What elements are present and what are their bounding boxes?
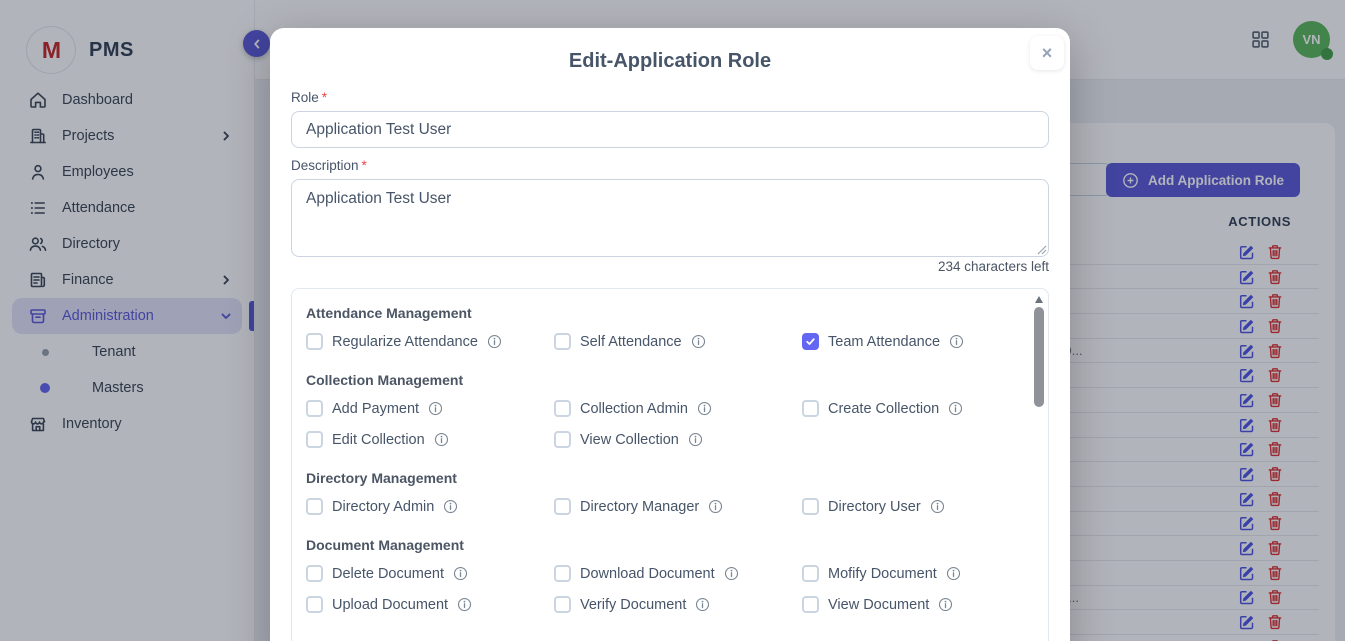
permission-item-collection-admin[interactable]: Collection Admin: [554, 400, 802, 417]
permission-label: Collection Admin: [580, 401, 688, 417]
info-icon[interactable]: [949, 334, 964, 349]
permission-item-view-collection[interactable]: View Collection: [554, 431, 802, 448]
checkbox-unchecked-icon[interactable]: [802, 498, 819, 515]
permission-label: Add Payment: [332, 401, 419, 417]
info-icon[interactable]: [946, 566, 961, 581]
permission-label: Edit Collection: [332, 432, 425, 448]
permission-label: Delete Document: [332, 566, 444, 582]
checkbox-unchecked-icon[interactable]: [306, 498, 323, 515]
permission-item-create-collection[interactable]: Create Collection: [802, 400, 1032, 417]
permission-section-title: Collection Management: [306, 372, 1032, 388]
role-field-label: Role*: [291, 90, 327, 105]
role-input[interactable]: [291, 111, 1049, 148]
checkbox-unchecked-icon[interactable]: [554, 431, 571, 448]
permission-section-title: Document Management: [306, 537, 1032, 553]
info-icon[interactable]: [708, 499, 723, 514]
textarea-resize-handle[interactable]: [1037, 245, 1047, 255]
checkbox-unchecked-icon[interactable]: [802, 565, 819, 582]
scrollbar-thumb[interactable]: [1034, 307, 1044, 407]
checkbox-unchecked-icon[interactable]: [802, 400, 819, 417]
checkbox-unchecked-icon[interactable]: [554, 333, 571, 350]
permission-section-attendance-management: Attendance Management Regularize Attenda…: [306, 305, 1032, 350]
info-icon[interactable]: [457, 597, 472, 612]
checkbox-unchecked-icon[interactable]: [554, 565, 571, 582]
checkbox-unchecked-icon[interactable]: [554, 596, 571, 613]
permission-item-mofify-document[interactable]: Mofify Document: [802, 565, 1032, 582]
info-icon[interactable]: [453, 566, 468, 581]
permission-item-add-payment[interactable]: Add Payment: [306, 400, 554, 417]
info-icon[interactable]: [930, 499, 945, 514]
permission-section-title: Directory Management: [306, 470, 1032, 486]
permission-label: Download Document: [580, 566, 715, 582]
checkbox-unchecked-icon[interactable]: [306, 431, 323, 448]
info-icon[interactable]: [724, 566, 739, 581]
info-icon[interactable]: [691, 334, 706, 349]
checkbox-unchecked-icon[interactable]: [306, 596, 323, 613]
permission-label: Directory Manager: [580, 499, 699, 515]
permission-item-edit-collection[interactable]: Edit Collection: [306, 431, 554, 448]
permission-item-directory-admin[interactable]: Directory Admin: [306, 498, 554, 515]
info-icon[interactable]: [938, 597, 953, 612]
info-icon[interactable]: [695, 597, 710, 612]
checkbox-unchecked-icon[interactable]: [306, 400, 323, 417]
permissions-list: Attendance Management Regularize Attenda…: [292, 289, 1032, 641]
permission-label: View Collection: [580, 432, 679, 448]
permission-item-upload-document[interactable]: Upload Document: [306, 596, 554, 613]
permission-item-verify-document[interactable]: Verify Document: [554, 596, 802, 613]
permission-label: Create Collection: [828, 401, 939, 417]
close-icon[interactable]: ×: [1030, 36, 1064, 70]
required-marker: *: [362, 158, 367, 173]
permission-item-view-document[interactable]: View Document: [802, 596, 1032, 613]
characters-left-counter: 234 characters left: [938, 259, 1049, 274]
permission-item-directory-user[interactable]: Directory User: [802, 498, 1032, 515]
permission-item-delete-document[interactable]: Delete Document: [306, 565, 554, 582]
permission-item-regularize-attendance[interactable]: Regularize Attendance: [306, 333, 554, 350]
info-icon[interactable]: [487, 334, 502, 349]
permission-label: Directory Admin: [332, 499, 434, 515]
checkbox-unchecked-icon[interactable]: [554, 498, 571, 515]
info-icon[interactable]: [948, 401, 963, 416]
permission-item-download-document[interactable]: Download Document: [554, 565, 802, 582]
permission-label: Self Attendance: [580, 334, 682, 350]
description-textarea[interactable]: Application Test User: [291, 179, 1049, 257]
permissions-scrollbar[interactable]: [1034, 292, 1045, 641]
permission-label: Verify Document: [580, 597, 686, 613]
permission-section-collection-management: Collection Management Add Payment Collec…: [306, 372, 1032, 448]
checkbox-unchecked-icon[interactable]: [554, 400, 571, 417]
checkbox-checked-icon[interactable]: [802, 333, 819, 350]
permission-label: Directory User: [828, 499, 921, 515]
info-icon[interactable]: [443, 499, 458, 514]
info-icon[interactable]: [428, 401, 443, 416]
permission-label: Upload Document: [332, 597, 448, 613]
permission-label: View Document: [828, 597, 929, 613]
checkbox-unchecked-icon[interactable]: [802, 596, 819, 613]
info-icon[interactable]: [697, 401, 712, 416]
permission-section-directory-management: Directory Management Directory Admin Dir…: [306, 470, 1032, 515]
permission-label: Mofify Document: [828, 566, 937, 582]
required-marker: *: [322, 90, 327, 105]
edit-application-role-modal: Edit-Application Role × Role* Descriptio…: [270, 28, 1070, 641]
permission-item-directory-manager[interactable]: Directory Manager: [554, 498, 802, 515]
checkbox-unchecked-icon[interactable]: [306, 565, 323, 582]
permission-section-title: Attendance Management: [306, 305, 1032, 321]
permission-section-document-management: Document Management Delete Document Down…: [306, 537, 1032, 613]
page: M PMS Dashboard Projects: [0, 0, 1345, 641]
modal-title: Edit-Application Role: [270, 50, 1070, 73]
permission-label: Regularize Attendance: [332, 334, 478, 350]
checkbox-unchecked-icon[interactable]: [306, 333, 323, 350]
permission-label: Team Attendance: [828, 334, 940, 350]
permissions-panel: Attendance Management Regularize Attenda…: [291, 288, 1049, 641]
permission-item-team-attendance[interactable]: Team Attendance: [802, 333, 1032, 350]
info-icon[interactable]: [434, 432, 449, 447]
permission-item-self-attendance[interactable]: Self Attendance: [554, 333, 802, 350]
description-field-label: Description*: [291, 158, 367, 173]
info-icon[interactable]: [688, 432, 703, 447]
scroll-up-icon[interactable]: [1035, 296, 1043, 303]
